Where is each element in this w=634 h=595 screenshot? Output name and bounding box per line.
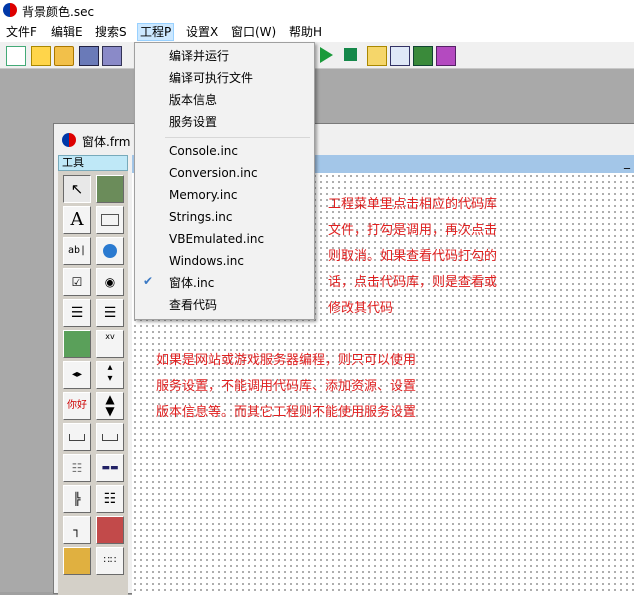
label-tool-icon[interactable]: A bbox=[63, 206, 91, 234]
menu-bar: 文件F 编辑E 搜索S 工程P 设置X 窗口(W) 帮助H bbox=[0, 22, 634, 42]
menu-separator bbox=[165, 137, 310, 138]
list-view-tool-icon[interactable]: ☷ bbox=[96, 485, 124, 513]
listbox-tool-icon[interactable]: ☰ bbox=[63, 299, 91, 327]
menu-window[interactable]: 窗口(W) bbox=[229, 24, 278, 40]
menu-item-lib-conversion[interactable]: Conversion.inc bbox=[169, 165, 258, 181]
save-icon[interactable] bbox=[79, 46, 99, 66]
properties-icon[interactable] bbox=[390, 46, 410, 66]
menu-item-version-info[interactable]: 版本信息 bbox=[169, 92, 217, 108]
checkbox-tool-icon[interactable]: ☑ bbox=[63, 268, 91, 296]
speech-bubble-tool-icon[interactable]: 你好 bbox=[63, 392, 91, 420]
window-title: 背景颜色.sec bbox=[22, 5, 95, 19]
menu-item-compile-run[interactable]: 编译并运行 bbox=[169, 48, 229, 64]
menu-item-lib-memory[interactable]: Memory.inc bbox=[169, 187, 237, 203]
toggle-tool-icon[interactable] bbox=[96, 423, 124, 451]
annotation-top: 工程菜单里点击相应的代码库 文件，打勾是调用，再次点击 则取消。如果查看代码打勾… bbox=[328, 197, 498, 316]
save-all-icon[interactable] bbox=[102, 46, 122, 66]
menu-settings[interactable]: 设置X bbox=[184, 24, 220, 40]
menu-item-lib-vbemulated[interactable]: VBEmulated.inc bbox=[169, 231, 264, 247]
run-icon[interactable] bbox=[320, 47, 333, 63]
frame-tool-icon[interactable] bbox=[96, 206, 124, 234]
title-bar: 背景颜色.sec bbox=[0, 0, 634, 22]
toolbox: 工具 ↖ A ab| ☑ ◉ ☰ ☰ xv ◂▸ ▴ ▾ 你好 ▲ ▼ ☷ ▬▬ ╠… bbox=[58, 155, 128, 595]
grid-tool-icon[interactable]: ☷ bbox=[63, 454, 91, 482]
stop-icon[interactable] bbox=[344, 48, 357, 61]
minimize-icon[interactable]: _ bbox=[624, 155, 630, 169]
form-window-title: 窗体.frm bbox=[82, 135, 131, 149]
menu-help[interactable]: 帮助H bbox=[287, 24, 324, 40]
import-icon[interactable] bbox=[367, 46, 387, 66]
web-tool-icon[interactable] bbox=[96, 237, 124, 265]
menu-search[interactable]: 搜索S bbox=[93, 24, 129, 40]
chart-tool-icon[interactable] bbox=[96, 516, 124, 544]
pointer-tool-icon[interactable]: ↖ bbox=[63, 175, 91, 203]
menu-item-lib-form[interactable]: 窗体.inc bbox=[169, 275, 214, 291]
checkmark-icon: ✔ bbox=[143, 274, 154, 288]
project-menu-dropdown: 编译并运行 编译可执行文件 版本信息 服务设置 Console.inc Conv… bbox=[134, 42, 315, 320]
annotation-bottom: 如果是网站或游戏服务器编程，则只可以使用 服务设置，不能调用代码库、添加资源、设… bbox=[156, 353, 417, 420]
line-chart-tool-icon[interactable]: ┐ bbox=[63, 516, 91, 544]
app-logo-icon bbox=[62, 133, 76, 147]
menu-edit[interactable]: 编辑E bbox=[49, 24, 85, 40]
menu-item-lib-strings[interactable]: Strings.inc bbox=[169, 209, 232, 225]
updown-tool-icon[interactable]: ▲ ▼ bbox=[96, 392, 124, 420]
toolbox-header: 工具 bbox=[58, 155, 128, 171]
menu-item-compile-exe[interactable]: 编译可执行文件 bbox=[169, 70, 253, 86]
menu-item-view-code[interactable]: 查看代码 bbox=[169, 297, 217, 313]
tree-tool-icon[interactable]: ╠ bbox=[63, 485, 91, 513]
new-file-icon[interactable] bbox=[6, 46, 26, 66]
toolbar bbox=[0, 42, 634, 69]
menu-file[interactable]: 文件F bbox=[4, 24, 39, 40]
books-icon[interactable] bbox=[436, 46, 456, 66]
open-folder-icon[interactable] bbox=[54, 46, 74, 66]
combobox-tool-icon[interactable]: ☰ bbox=[96, 299, 124, 327]
pic-tool-icon[interactable] bbox=[63, 547, 91, 575]
dots-tool-icon[interactable]: ∷∷ bbox=[96, 547, 124, 575]
hscroll-tool-icon[interactable]: ◂▸ bbox=[63, 361, 91, 389]
textbox-tool-icon[interactable]: ab| bbox=[63, 237, 91, 265]
xv-tool-icon[interactable]: xv bbox=[96, 330, 124, 358]
vscroll-tool-icon[interactable]: ▴ ▾ bbox=[96, 361, 124, 389]
picture-tool-icon[interactable] bbox=[96, 175, 124, 203]
image-tool-icon[interactable] bbox=[63, 330, 91, 358]
menu-item-lib-windows[interactable]: Windows.inc bbox=[169, 253, 244, 269]
app-logo-icon bbox=[3, 3, 17, 17]
menu-item-service-settings[interactable]: 服务设置 bbox=[169, 114, 217, 130]
toolbox-title: 工具 bbox=[62, 156, 84, 169]
build-icon[interactable] bbox=[413, 46, 433, 66]
tab-tool-icon[interactable] bbox=[63, 423, 91, 451]
new-form-icon[interactable] bbox=[31, 46, 51, 66]
menu-project[interactable]: 工程P bbox=[136, 23, 175, 41]
radio-tool-icon[interactable]: ◉ bbox=[96, 268, 124, 296]
progress-tool-icon[interactable]: ▬▬ bbox=[96, 454, 124, 482]
menu-item-lib-console[interactable]: Console.inc bbox=[169, 143, 238, 159]
